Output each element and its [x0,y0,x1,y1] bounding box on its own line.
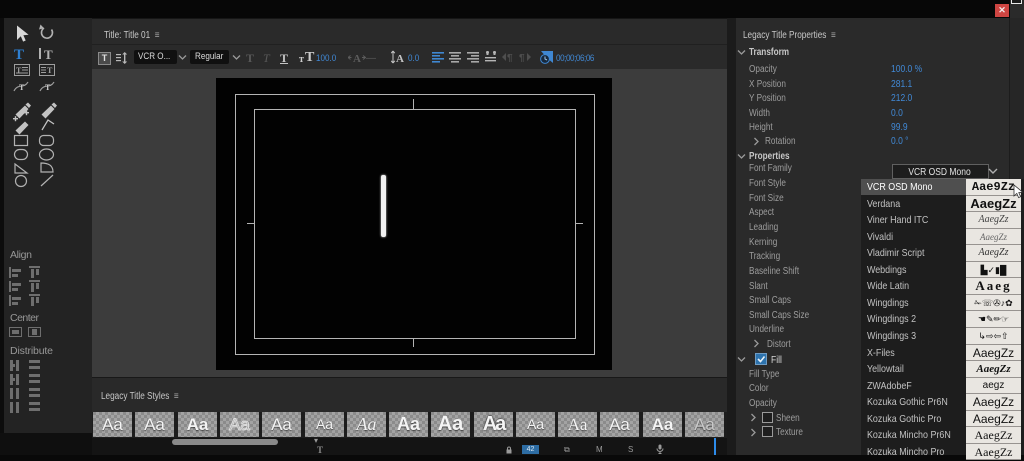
svg-text:T: T [19,83,25,92]
svg-text:T: T [45,83,51,92]
svg-text:Distribute: Distribute [10,345,53,357]
svg-text:A: A [396,53,404,65]
svg-text:T: T [47,66,53,75]
svg-text:T: T [44,47,53,62]
svg-text:Center: Center [10,312,40,324]
svg-text:Align: Align [10,249,32,261]
svg-text:A: A [353,53,361,64]
svg-text:¶: ¶ [519,53,525,62]
svg-text:¶: ¶ [507,53,513,62]
svg-text:T: T [14,47,24,63]
svg-text:T: T [16,66,22,75]
